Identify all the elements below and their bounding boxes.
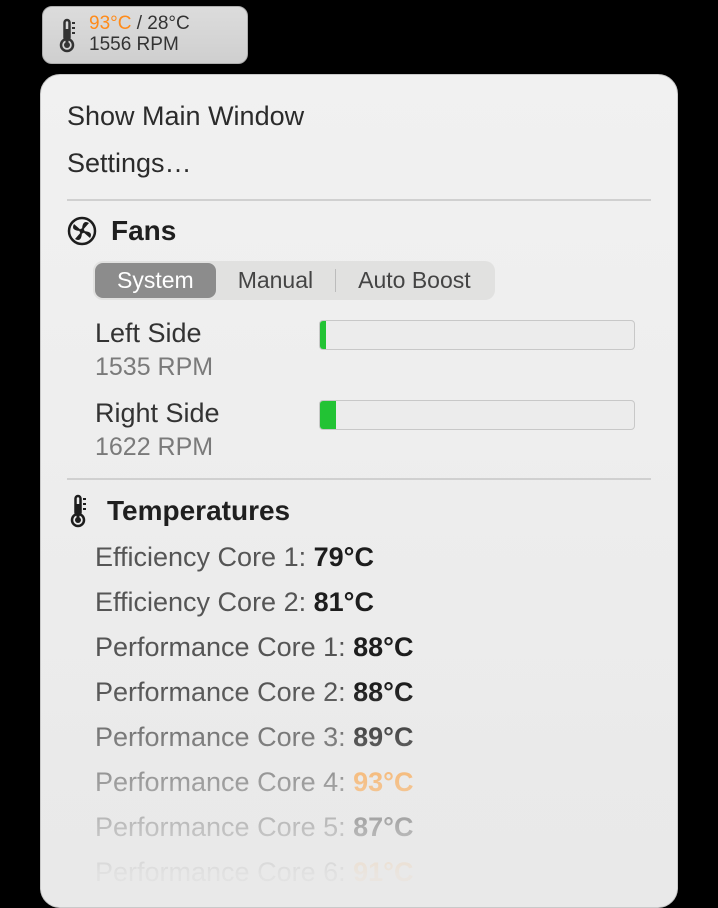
- temp-row: Performance Core 3: 89°C: [95, 722, 651, 753]
- temp-row: Performance Core 4: 93°C: [95, 767, 651, 798]
- temp-row: Efficiency Core 2: 81°C: [95, 587, 651, 618]
- temp-value: 91°C: [353, 857, 413, 887]
- fan-fill: [320, 321, 326, 349]
- segment-manual[interactable]: Manual: [216, 263, 335, 298]
- temp-value: 81°C: [314, 587, 374, 617]
- fan-name: Right Side: [95, 398, 319, 429]
- divider: [67, 199, 651, 201]
- fan-rpm: 1535 RPM: [95, 353, 319, 382]
- fan-row-left: Left Side 1535 RPM: [95, 318, 651, 382]
- temps-list: Efficiency Core 1: 79°CEfficiency Core 2…: [95, 542, 651, 888]
- thermometer-icon: [67, 494, 93, 528]
- temp-value: 89°C: [353, 722, 413, 752]
- menubar-temp-hot: 93°C: [89, 13, 131, 34]
- divider: [67, 478, 651, 480]
- temp-value: 87°C: [353, 812, 413, 842]
- temp-label: Performance Core 5:: [95, 812, 353, 842]
- thermometer-icon: [55, 17, 79, 53]
- segment-system[interactable]: System: [95, 263, 216, 298]
- settings[interactable]: Settings…: [67, 144, 651, 183]
- temp-row: Performance Core 5: 87°C: [95, 812, 651, 843]
- menubar-rpm: 1556 RPM: [89, 35, 190, 56]
- temps-header: Temperatures: [67, 494, 651, 528]
- temp-row: Efficiency Core 1: 79°C: [95, 542, 651, 573]
- menubar-chip[interactable]: 93°C / 28°C 1556 RPM: [42, 6, 248, 64]
- temp-label: Performance Core 4:: [95, 767, 353, 797]
- temp-label: Performance Core 3:: [95, 722, 353, 752]
- fan-mode-segmented: System Manual Auto Boost: [93, 261, 495, 300]
- fan-rpm: 1622 RPM: [95, 433, 319, 462]
- temp-row: Performance Core 6: 91°C: [95, 857, 651, 888]
- temp-label: Performance Core 6:: [95, 857, 353, 887]
- fan-icon: [67, 216, 97, 246]
- temp-value: 88°C: [353, 677, 413, 707]
- fan-row-right: Right Side 1622 RPM: [95, 398, 651, 462]
- temp-label: Performance Core 2:: [95, 677, 353, 707]
- fan-fill: [320, 401, 336, 429]
- temp-label: Efficiency Core 2:: [95, 587, 314, 617]
- temp-label: Performance Core 1:: [95, 632, 353, 662]
- fan-name: Left Side: [95, 318, 319, 349]
- fans-title: Fans: [111, 215, 176, 247]
- temp-value: 79°C: [314, 542, 374, 572]
- fans-header: Fans: [67, 215, 651, 247]
- show-main-window[interactable]: Show Main Window: [67, 97, 651, 136]
- temps-title: Temperatures: [107, 495, 290, 527]
- segment-autoboost[interactable]: Auto Boost: [336, 263, 493, 298]
- menubar-temp-cold: 28°C: [147, 13, 189, 34]
- temp-value: 93°C: [353, 767, 413, 797]
- temp-value: 88°C: [353, 632, 413, 662]
- temp-label: Efficiency Core 1:: [95, 542, 314, 572]
- dropdown-panel: Show Main Window Settings… Fans System M…: [40, 74, 678, 908]
- temp-row: Performance Core 2: 88°C: [95, 677, 651, 708]
- menubar-temp-sep: /: [131, 13, 147, 34]
- temp-row: Performance Core 1: 88°C: [95, 632, 651, 663]
- fan-bar-left: [319, 320, 635, 350]
- fan-bar-right: [319, 400, 635, 430]
